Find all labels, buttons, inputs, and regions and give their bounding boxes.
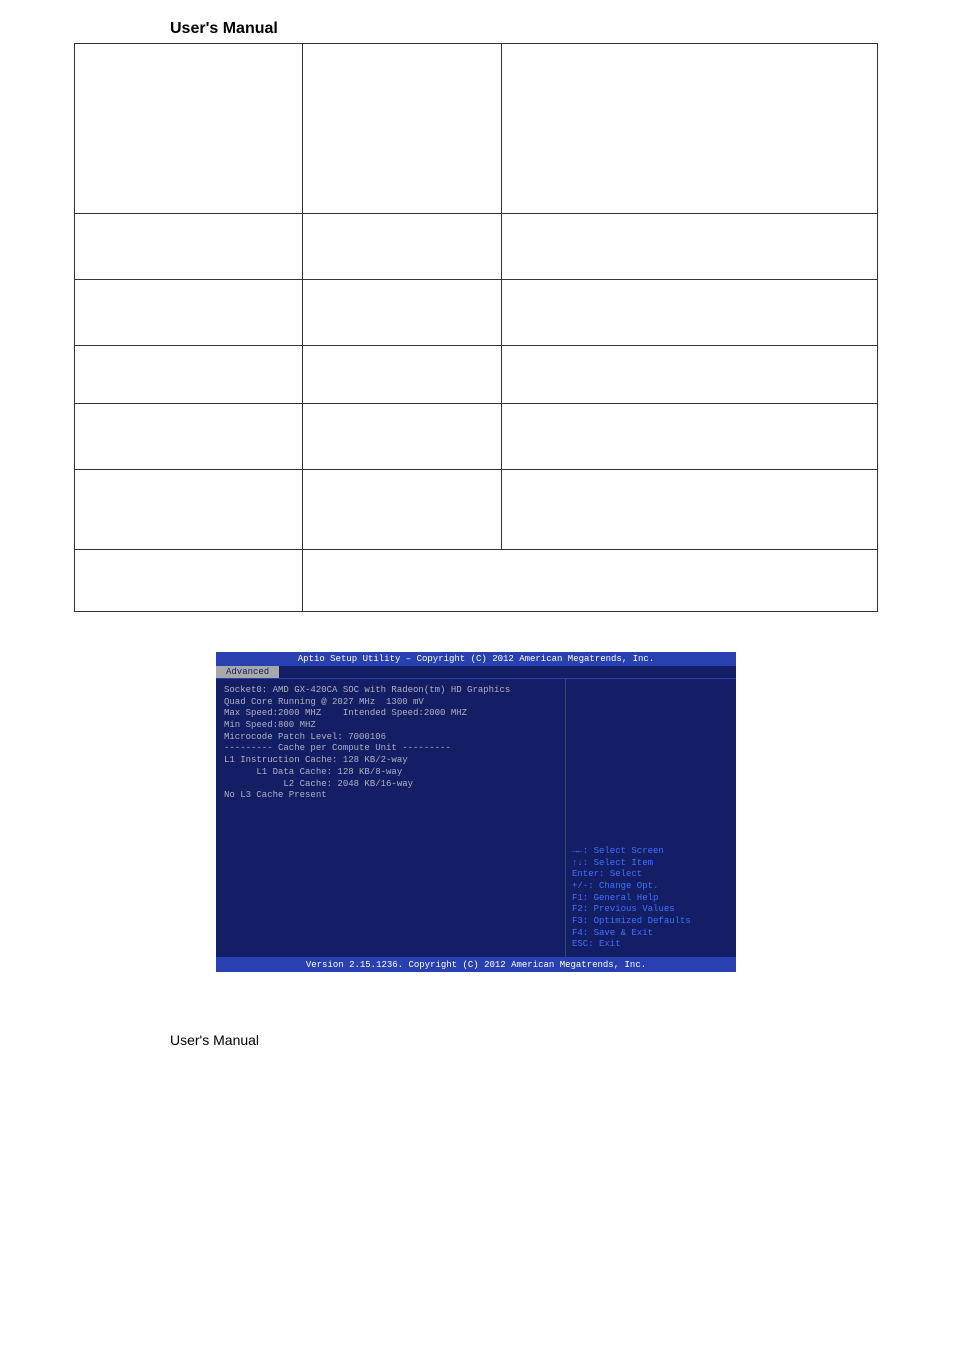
table-cell <box>302 280 502 346</box>
table-row <box>75 214 878 280</box>
bios-title-bar: Aptio Setup Utility – Copyright (C) 2012… <box>216 652 736 666</box>
bios-info-line: Quad Core Running @ 2027 MHz 1300 mV <box>224 697 557 709</box>
table-cell <box>302 470 502 550</box>
table-cell <box>75 214 303 280</box>
bios-info-line: L1 Data Cache: 128 KB/8-way <box>224 767 557 779</box>
bios-help-line: F3: Optimized Defaults <box>572 916 730 928</box>
bios-help-line: F4: Save & Exit <box>572 928 730 940</box>
table-cell <box>502 44 878 214</box>
table-cell <box>302 550 877 612</box>
bios-help-keys: →←: Select Screen ↑↓: Select Item Enter:… <box>572 846 730 951</box>
table-cell <box>502 470 878 550</box>
page-title: User's Manual <box>0 0 954 43</box>
table-row <box>75 44 878 214</box>
bios-help-line: ESC: Exit <box>572 939 730 951</box>
bios-info-line: L2 Cache: 2048 KB/16-way <box>224 779 557 791</box>
table-cell <box>502 404 878 470</box>
bios-info-line: Socket0: AMD GX-420CA SOC with Radeon(tm… <box>224 685 557 697</box>
table-row <box>75 346 878 404</box>
table-cell <box>302 404 502 470</box>
table-cell <box>302 214 502 280</box>
table-row <box>75 280 878 346</box>
bios-right-top <box>572 685 730 846</box>
footer-text: User's Manual <box>0 972 954 1068</box>
bios-tab-advanced[interactable]: Advanced <box>216 666 279 678</box>
bios-help-line: Enter: Select <box>572 869 730 881</box>
table-cell <box>75 280 303 346</box>
bios-help-line: F1: General Help <box>572 893 730 905</box>
bios-footer: Version 2.15.1236. Copyright (C) 2012 Am… <box>216 958 736 972</box>
table-cell <box>302 44 502 214</box>
bios-help-line: ↑↓: Select Item <box>572 858 730 870</box>
table-cell <box>502 214 878 280</box>
table-cell <box>75 44 303 214</box>
table-cell <box>75 550 303 612</box>
bios-body: Socket0: AMD GX-420CA SOC with Radeon(tm… <box>216 678 736 958</box>
bios-info-line: Max Speed:2000 MHZ Intended Speed:2000 M… <box>224 708 557 720</box>
bios-info-line: --------- Cache per Compute Unit -------… <box>224 743 557 755</box>
table-cell <box>75 346 303 404</box>
table-row <box>75 470 878 550</box>
bios-left-panel: Socket0: AMD GX-420CA SOC with Radeon(tm… <box>216 679 566 957</box>
bios-right-panel: →←: Select Screen ↑↓: Select Item Enter:… <box>566 679 736 957</box>
table-row <box>75 404 878 470</box>
table-cell <box>502 280 878 346</box>
bios-help-line: +/-: Change Opt. <box>572 881 730 893</box>
bios-info-line: L1 Instruction Cache: 128 KB/2-way <box>224 755 557 767</box>
table-cell <box>75 470 303 550</box>
bios-help-line: F2: Previous Values <box>572 904 730 916</box>
table-row <box>75 550 878 612</box>
bios-info-line: Min Speed:800 MHZ <box>224 720 557 732</box>
bios-info-line: Microcode Patch Level: 7000106 <box>224 732 557 744</box>
bios-tab-bar: Advanced <box>216 666 736 678</box>
table-cell <box>75 404 303 470</box>
table-cell <box>502 346 878 404</box>
content-table <box>74 43 878 612</box>
table-cell <box>302 346 502 404</box>
bios-help-line: →←: Select Screen <box>572 846 730 858</box>
bios-screenshot: Aptio Setup Utility – Copyright (C) 2012… <box>216 652 736 972</box>
bios-info-line: No L3 Cache Present <box>224 790 557 802</box>
